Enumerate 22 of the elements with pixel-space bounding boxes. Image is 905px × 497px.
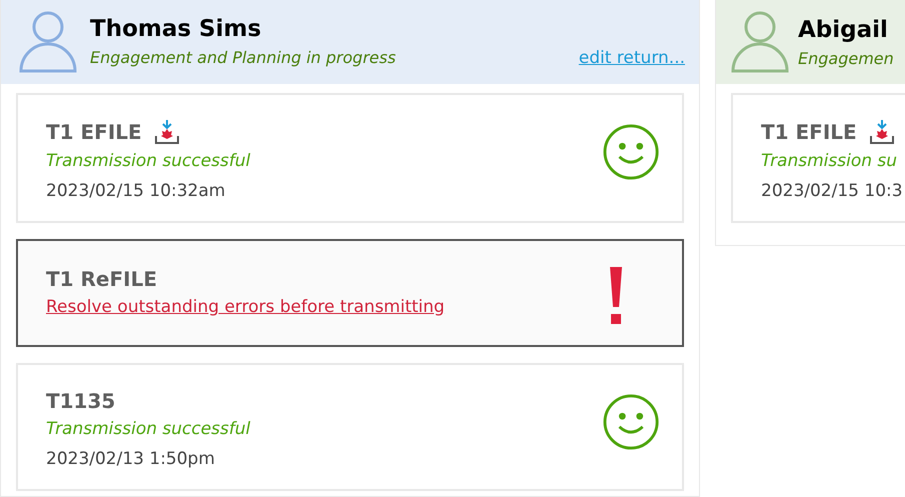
client-status: Engagemen: [798, 48, 894, 68]
client-name: Thomas Sims: [90, 16, 262, 42]
status-message: Transmission successful: [46, 419, 250, 439]
filing-card[interactable]: T1 EFILE Transmission su 2023/02/15 10:3: [731, 93, 905, 223]
status-message: Transmission su: [761, 151, 898, 171]
filing-card[interactable]: T1 EFILE Transmission successful 2023/02/15 10:32am: [16, 93, 684, 223]
error-link[interactable]: Resolve outstanding errors before transmitting: [46, 297, 445, 317]
exclamation-icon: [608, 267, 624, 325]
filing-date: 2023/02/13 1:50pm: [46, 449, 216, 469]
filing-card[interactable]: T1135 Transmission successful 2023/02/13 1:50pm: [16, 363, 684, 491]
client-name: Abigail: [798, 16, 889, 42]
client-status: Engagement and Planning in progress: [90, 48, 396, 67]
filing-title: T1 ReFILE: [46, 267, 157, 291]
filing-date: 2023/02/15 10:3: [761, 181, 903, 201]
smiley-icon: [602, 393, 660, 451]
filing-title: T1135: [46, 389, 116, 413]
filing-date: 2023/02/15 10:32am: [46, 181, 226, 201]
filing-card[interactable]: T1 ReFILE Resolve outstanding errors before transmitting: [16, 239, 684, 347]
filing-title: T1 EFILE: [46, 120, 142, 144]
smiley-icon: [602, 123, 660, 181]
filing-title: T1 EFILE: [761, 120, 857, 144]
status-message: Transmission successful: [46, 151, 250, 171]
